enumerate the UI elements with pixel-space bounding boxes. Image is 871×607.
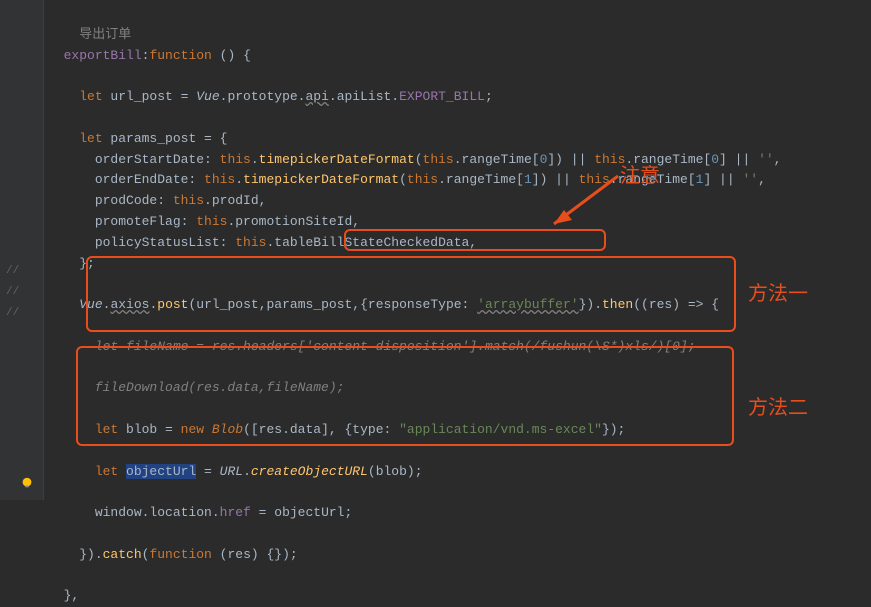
code-line: let url_post = Vue.prototype.api.apiList… [48, 89, 493, 104]
code-line: window.location.href = objectUrl; [48, 505, 352, 520]
code-line: let params_post = { [48, 131, 227, 146]
code-line: }).catch(function (res) {}); [48, 547, 298, 562]
code-line [48, 318, 56, 333]
arrow-icon [540, 172, 630, 232]
annotation-note: 注意 [620, 160, 660, 192]
code-line: exportBill:function () { [48, 48, 251, 63]
annotation-method2: 方法二 [748, 392, 808, 424]
code-line [48, 568, 56, 583]
annotation-box-responsetype [344, 229, 606, 251]
annotation-box-method2 [76, 346, 734, 446]
code-line: orderStartDate: this.timepickerDateForma… [48, 152, 781, 167]
intention-bulb-icon[interactable] [20, 476, 34, 490]
code-line [48, 360, 56, 375]
code-line: promoteFlag: this.promotionSiteId, [48, 214, 360, 229]
code-line [48, 443, 56, 458]
code-line: prodCode: this.prodId, [48, 193, 266, 208]
annotation-box-method1 [86, 256, 736, 332]
gutter-comment-mark: // [6, 305, 19, 323]
code-line [48, 68, 56, 83]
editor-gutter: // // // [0, 0, 44, 500]
code-line [48, 276, 56, 291]
annotation-method1: 方法一 [748, 278, 808, 310]
code-line: }, [48, 588, 79, 603]
code-line [48, 110, 56, 125]
code-line [48, 526, 56, 541]
code-line: let objectUrl = URL.createObjectURL(blob… [48, 464, 423, 479]
gutter-comment-mark: // [6, 263, 19, 281]
code-line [48, 484, 56, 499]
gutter-comment-mark: // [6, 284, 19, 302]
code-line [48, 401, 56, 416]
code-line: 导出订单 [48, 27, 131, 42]
